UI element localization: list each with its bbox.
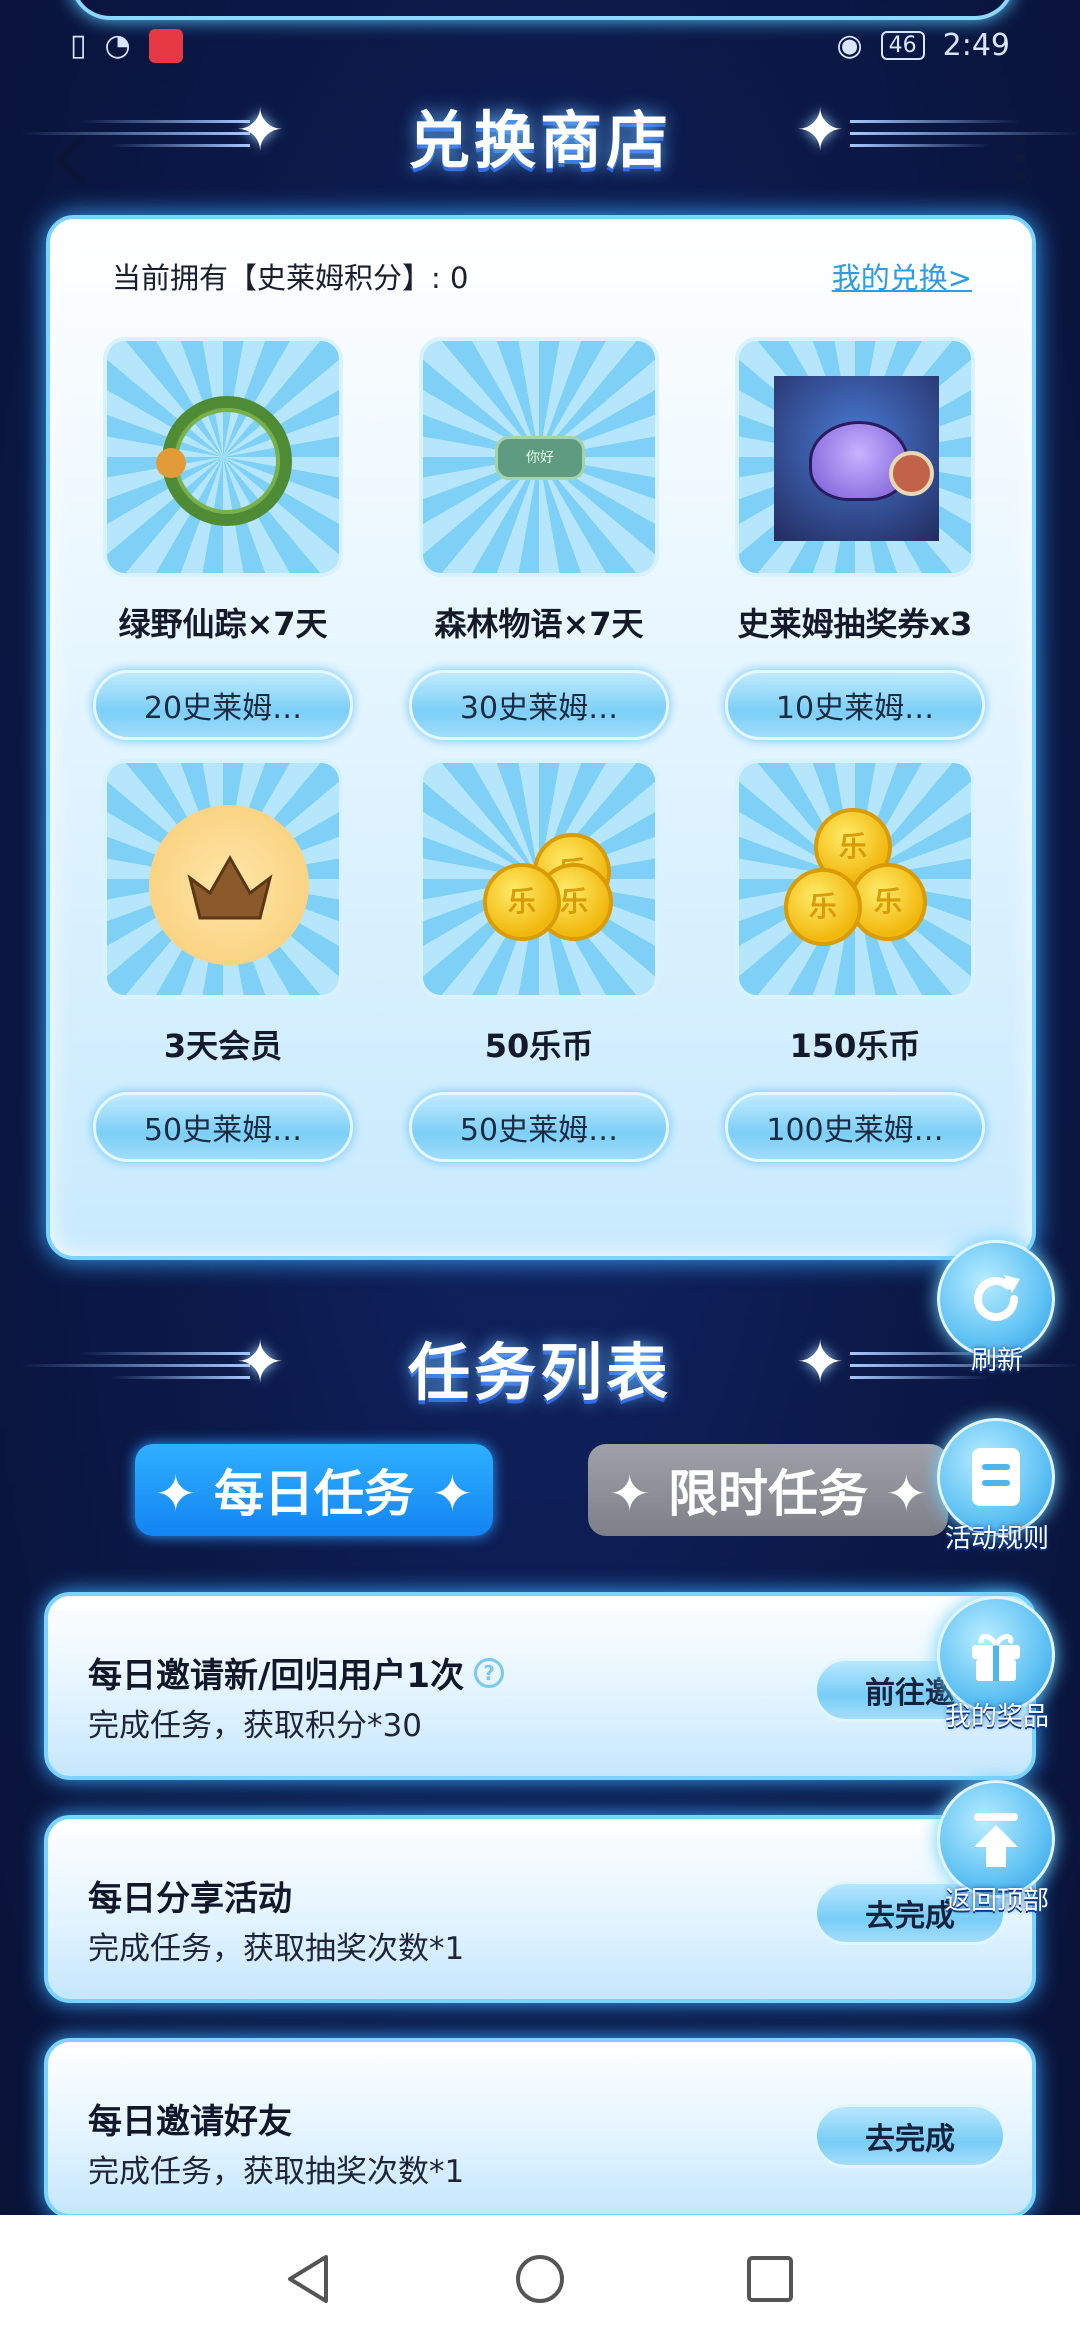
item-name: 50乐币 xyxy=(484,1027,594,1065)
tasks-title-bar: ✦ 任务列表 ✦ xyxy=(0,1302,1080,1422)
shop-panel: 当前拥有【史莱姆积分】: 0 我的兑换> 绿野仙踪×7天 20史莱姆… 你好 森… xyxy=(46,215,1036,1260)
deco-lines-right xyxy=(850,120,1080,150)
item-name: 史莱姆抽奖券x3 xyxy=(737,605,973,643)
back-arrow-icon[interactable] xyxy=(48,135,98,185)
price-label: 20史莱姆… xyxy=(143,691,303,726)
shop-item[interactable]: 乐 乐 乐 150乐币 100史莱姆… xyxy=(705,759,1005,1179)
back-to-top-label: 返回顶部 xyxy=(944,1886,1049,1916)
my-exchange-link[interactable]: 我的兑换> xyxy=(832,255,972,297)
sparkle-icon: ✦ xyxy=(795,96,845,164)
rules-button[interactable]: 活动规则 xyxy=(932,1418,1062,1554)
task-title-text: 每日邀请好友 xyxy=(88,2102,292,2142)
tab-limited-tasks[interactable]: ✦ 限时任务 ✦ xyxy=(588,1444,948,1536)
task-card: 每日邀请好友 完成任务，获取抽奖次数*1 去完成 xyxy=(44,2038,1036,2218)
task-description: 完成任务，获取积分*30 xyxy=(88,1708,422,1744)
item-name: 绿野仙踪×7天 xyxy=(118,605,328,643)
price-label: 50史莱姆… xyxy=(459,1113,619,1148)
item-name: 森林物语×7天 xyxy=(434,605,644,643)
price-label: 50史莱姆… xyxy=(143,1113,303,1148)
price-label: 100史莱姆… xyxy=(766,1113,944,1148)
coin-stack-icon: 乐 乐 乐 xyxy=(735,759,975,999)
task-card: 每日邀请新/回归用户1次 ? 完成任务，获取积分*30 前往邀 xyxy=(44,1592,1036,1780)
shop-item[interactable]: 绿野仙踪×7天 20史莱姆… xyxy=(73,337,373,757)
rules-label: 活动规则 xyxy=(944,1524,1049,1554)
wifi-icon: ◔ xyxy=(104,28,131,63)
refresh-label: 刷新 xyxy=(970,1346,1023,1376)
shop-item[interactable]: 史莱姆抽奖券x3 10史莱姆… xyxy=(705,337,1005,757)
exchange-button[interactable]: 50史莱姆… xyxy=(409,1092,669,1162)
my-prizes-button[interactable]: 我的奖品 xyxy=(932,1596,1062,1732)
exchange-button[interactable]: 100史莱姆… xyxy=(725,1092,985,1162)
shop-item[interactable]: 你好 森林物语×7天 30史莱姆… xyxy=(389,337,689,757)
item-name: 150乐币 xyxy=(789,1027,921,1065)
nav-recents-icon[interactable] xyxy=(744,2253,796,2305)
task-complete-button[interactable]: 去完成 xyxy=(814,2104,1006,2168)
sparkle-icon: ✦ xyxy=(795,1328,845,1396)
task-title: 每日邀请新/回归用户1次 ? xyxy=(88,1648,505,1697)
shop-item[interactable]: 3天会员 50史莱姆… xyxy=(73,759,373,1179)
sim-icon: ▯ xyxy=(70,28,87,63)
back-to-top-button[interactable]: 返回顶部 xyxy=(932,1780,1062,1916)
exchange-button[interactable]: 50史莱姆… xyxy=(93,1092,353,1162)
help-icon[interactable]: ? xyxy=(474,1657,505,1688)
item-name: 3天会员 xyxy=(163,1027,283,1065)
crown-icon xyxy=(103,759,343,999)
refresh-button[interactable]: 刷新 xyxy=(932,1240,1062,1376)
system-nav-bar xyxy=(0,2215,1080,2340)
shop-item[interactable]: 乐 乐 乐 50乐币 50史莱姆… xyxy=(389,759,689,1179)
coins-icon: 乐 乐 乐 xyxy=(419,759,659,999)
forest-bubble-icon: 你好 xyxy=(419,337,659,577)
more-menu-icon[interactable] xyxy=(1010,135,1030,195)
tab-daily-tasks[interactable]: ✦ 每日任务 ✦ xyxy=(135,1444,493,1536)
price-label: 10史莱姆… xyxy=(775,691,935,726)
my-prizes-label: 我的奖品 xyxy=(944,1702,1049,1732)
slime-monster-icon xyxy=(735,337,975,577)
task-description: 完成任务，获取抽奖次数*1 xyxy=(88,1931,465,1967)
exchange-button[interactable]: 10史莱姆… xyxy=(725,670,985,740)
nav-home-icon[interactable] xyxy=(514,2253,566,2305)
app-notification-icon xyxy=(148,28,183,63)
bubble-text: 你好 xyxy=(495,436,585,480)
exchange-button[interactable]: 30史莱姆… xyxy=(409,670,669,740)
status-right: ◉ 46 2:49 xyxy=(836,28,1010,63)
exchange-button[interactable]: 20史莱姆… xyxy=(93,670,353,740)
task-description: 完成任务，获取抽奖次数*1 xyxy=(88,2154,465,2190)
price-label: 30史莱姆… xyxy=(459,691,619,726)
task-card: 每日分享活动 完成任务，获取抽奖次数*1 去完成 xyxy=(44,1815,1036,2003)
task-title: 每日分享活动 xyxy=(88,1871,292,1920)
task-title-text: 每日邀请新/回归用户1次 xyxy=(88,1656,465,1696)
points-balance: 当前拥有【史莱姆积分】: 0 xyxy=(112,261,469,295)
nav-back-icon[interactable] xyxy=(282,2253,334,2305)
top-glow-border xyxy=(70,0,1015,20)
shop-title-bar: ✦ 兑换商店 ✦ xyxy=(0,70,1080,190)
task-title: 每日邀请好友 xyxy=(88,2094,292,2143)
status-time: 2:49 xyxy=(942,28,1010,63)
eye-icon: ◉ xyxy=(836,28,863,63)
battery-icon: 46 xyxy=(880,31,925,60)
task-title-text: 每日分享活动 xyxy=(88,1879,292,1919)
status-left: ▯ ◔ xyxy=(70,28,183,63)
wreath-frame-icon xyxy=(103,337,343,577)
